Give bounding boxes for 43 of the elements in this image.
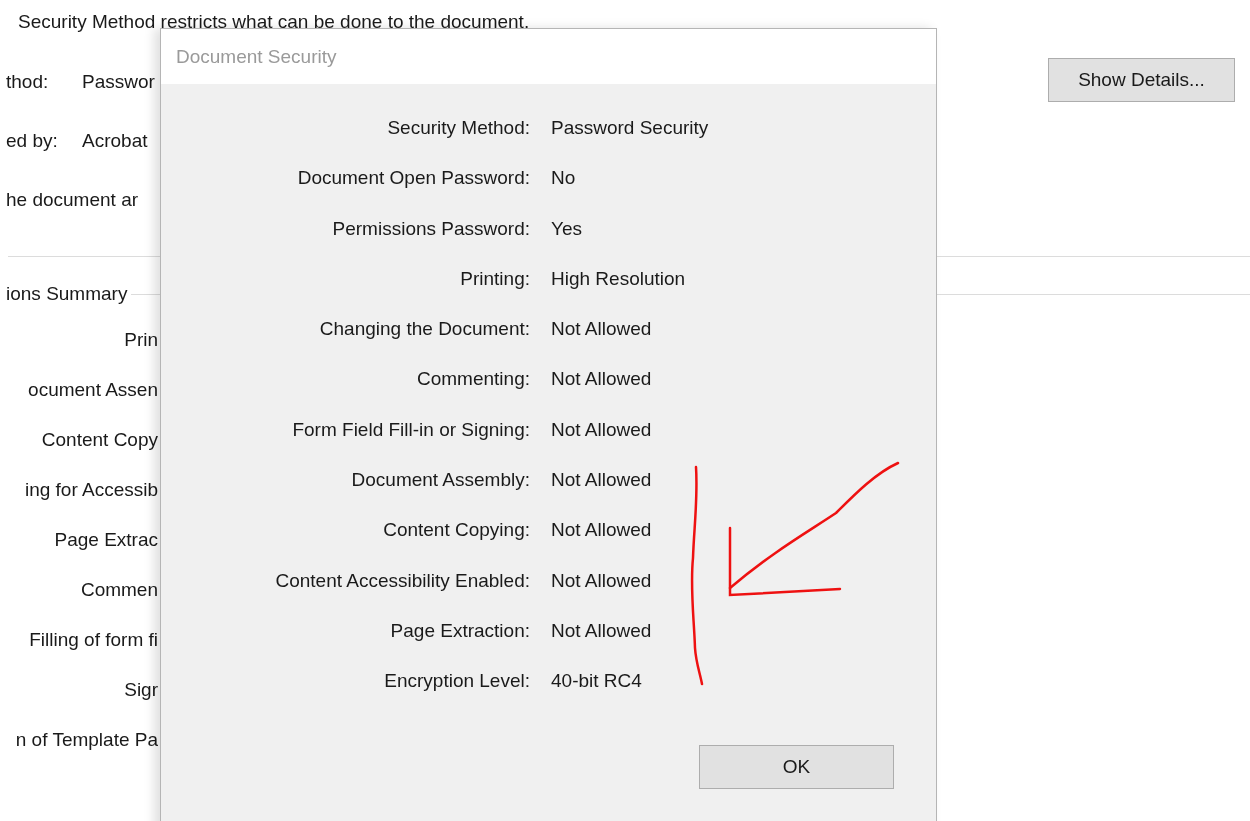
property-value: Password Security <box>551 116 710 140</box>
description-text: Security Method restricts what can be done to the document. <box>17 10 531 34</box>
property-value: Not Allowed <box>551 518 653 543</box>
property-value: Not Allowed <box>551 618 653 643</box>
property-value: Yes <box>551 216 583 241</box>
property-value: Not Allowed <box>551 468 653 493</box>
property-label: Commenting: <box>416 367 530 392</box>
property-value: High Resolution <box>551 266 687 291</box>
property-label: Document Assembly: <box>350 468 530 493</box>
property-value: Not Allowed <box>551 367 653 392</box>
ok-button[interactable]: OK <box>699 745 894 790</box>
property-label: Content Copying: <box>382 518 530 543</box>
property-label: Page Extraction: <box>389 618 530 643</box>
property-label: Content Accessibility Enabled: <box>274 568 530 593</box>
show-details-button[interactable]: Show Details... <box>1048 58 1235 102</box>
summary-label: Commen <box>79 578 158 602</box>
property-label: Security Method: <box>386 116 530 140</box>
summary-label: n of Template Pa <box>14 728 158 752</box>
property-label: Encryption Level: <box>383 669 530 694</box>
property-label: Changing the Document: <box>318 317 530 342</box>
note-text: he document ar <box>5 188 140 212</box>
property-value: Not Allowed <box>551 417 653 442</box>
property-value: Not Allowed <box>551 317 653 342</box>
summary-label: Sigr <box>123 678 158 702</box>
dialog-title: Document Security <box>176 45 337 68</box>
summary-label: Filling of form fi <box>28 628 158 652</box>
summary-label: ocument Assen <box>27 378 158 402</box>
property-label: Permissions Password: <box>331 216 530 241</box>
summary-label: Prin <box>123 328 158 352</box>
field-value: Passwor <box>82 70 156 94</box>
property-value: 40-bit RC4 <box>551 669 643 694</box>
property-label: Printing: <box>459 266 530 291</box>
property-label: Document Open Password: <box>296 166 530 191</box>
property-value: Not Allowed <box>551 568 653 593</box>
property-value: No <box>551 166 577 191</box>
field-label: thod: <box>6 70 50 94</box>
field-value: Acrobat <box>82 129 149 153</box>
summary-label: ing for Accessib <box>23 478 158 502</box>
property-label: Form Field Fill-in or Signing: <box>291 417 530 442</box>
field-label: ed by: <box>6 129 59 153</box>
summary-label: Content Copy <box>40 428 158 452</box>
summary-label: Page Extrac <box>53 528 158 552</box>
group-title: ions Summary <box>5 283 128 305</box>
